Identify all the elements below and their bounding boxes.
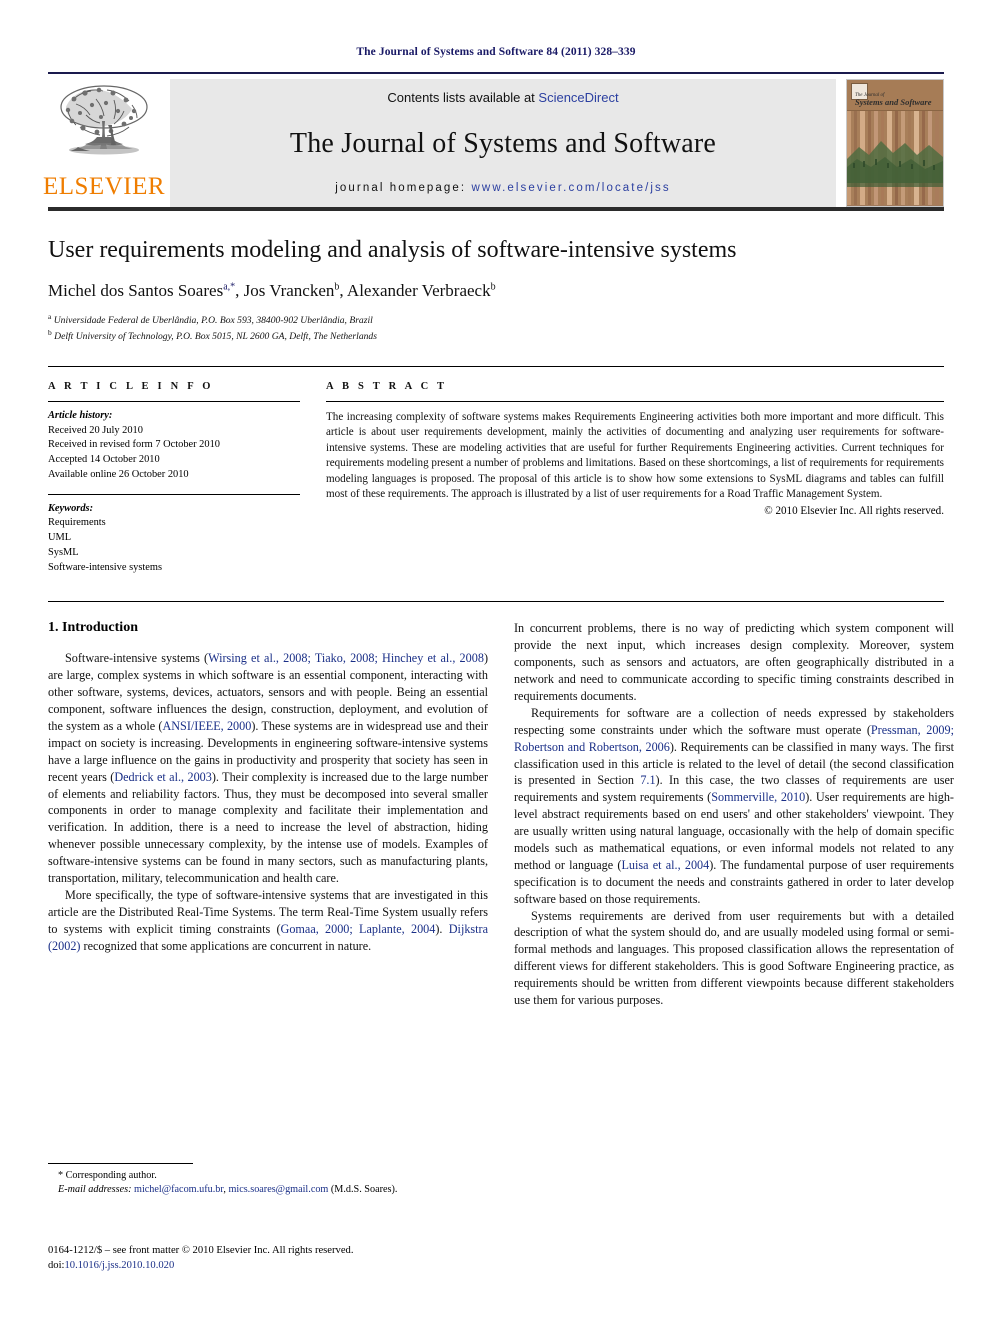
paragraph-text: ). Their complexity is increased due to … [48,769,489,886]
abstract-text: The increasing complexity of software sy… [326,410,944,501]
author-2: , Jos Vrancken [235,280,335,300]
issn-copyright-line: 0164-1212/$ – see front matter © 2010 El… [48,1245,354,1256]
affiliation-a-text: Universidade Federal de Uberlândia, P.O.… [53,314,373,326]
section-title-introduction: 1. Introduction [48,620,138,636]
contents-line: Contents lists available at ScienceDirec… [170,90,836,105]
elsevier-tree-icon [60,85,148,155]
citation-link[interactable]: Luisa et al., 2004 [621,858,709,872]
affiliation-a: a Universidade Federal de Uberlândia, P.… [48,312,944,328]
email-label: E-mail addresses: [58,1184,132,1196]
keyword-item: UML [48,532,72,544]
keyword-item: Software-intensive systems [48,561,162,573]
cover-title: The Journal of Systems and Software [855,93,932,107]
body-paragraph: More specifically, the type of software-… [48,887,488,955]
author-1-marks: a,* [223,280,236,292]
email-note: E-mail addresses: michel@facom.ufu.br, m… [48,1183,488,1197]
contents-prefix: Contents lists available at [387,90,539,105]
article-history-label: Article history: [48,409,113,421]
affiliation-b-text: Delft University of Technology, P.O. Box… [54,330,377,342]
affiliation-b: b Delft University of Technology, P.O. B… [48,328,944,344]
article-info-heading: A R T I C L E I N F O [48,380,214,392]
citation-link[interactable]: Sommerville, 2010 [711,790,805,804]
body-column-left: 1. Introduction Software-intensive syste… [48,620,488,1008]
author-3: , Alexander Verbraeck [339,280,491,300]
elsevier-logo: ELSEVIER [43,79,165,207]
body-paragraph: Software-intensive systems (Wirsing et a… [48,650,488,886]
abstract-copyright: © 2010 Elsevier Inc. All rights reserved… [764,504,944,517]
journal-homepage-line: journal homepage: www.elsevier.com/locat… [170,182,836,194]
masthead-divider [48,207,944,211]
author-list: Michel dos Santos Soaresa,*, Jos Vrancke… [48,281,944,301]
paragraph-text: Systems requirements are derived from us… [514,908,954,1008]
homepage-prefix: journal homepage: [335,182,472,194]
journal-banner: Contents lists available at ScienceDirec… [170,79,836,207]
imprint-block: 0164-1212/$ – see front matter © 2010 El… [48,1243,353,1274]
keyword-item: Requirements [48,517,106,529]
cover-artwork [847,111,943,205]
page-title: User requirements modeling and analysis … [48,237,737,263]
abstract-heading: A B S T R A C T [326,380,448,392]
article-history-group: Article history: Received 20 July 2010 R… [48,402,300,483]
journal-masthead: ELSEVIER Contents lists available at Sci… [43,72,944,207]
corresponding-author-note: * Corresponding author. [58,1170,157,1181]
body-region: 1. Introduction Software-intensive syste… [48,601,954,1008]
sciencedirect-link[interactable]: ScienceDirect [538,90,618,105]
keywords-group: Keywords: Requirements UML SysML Softwar… [48,493,300,576]
paragraph-text: Software-intensive systems ( [65,651,209,666]
citation-link[interactable]: Dedrick et al., 2003 [114,770,212,784]
history-item: Received 20 July 2010 [48,424,143,436]
footnote-rule [48,1163,193,1164]
paragraph-text: ). [435,921,449,936]
affiliation-b-mark: b [48,327,52,337]
email-link-2[interactable]: mics.soares@gmail.com [228,1184,328,1195]
email-suffix: (M.d.S. Soares). [328,1184,398,1196]
journal-title: The Journal of Systems and Software [289,127,717,159]
affiliation-a-mark: a [48,311,52,321]
author-1: Michel dos Santos Soares [48,280,224,300]
body-paragraph: In concurrent problems, there is no way … [514,620,954,704]
paper-page: The Journal of Systems and Software 84 (… [0,0,992,1323]
body-paragraph: Requirements for software are a collecti… [514,705,954,908]
citation-link[interactable]: ANSI/IEEE, 2000 [162,719,251,733]
keyword-item: SysML [48,546,79,558]
citation-link[interactable]: Gomaa, 2000; Laplante, 2004 [281,922,436,936]
body-paragraph: Systems requirements are derived from us… [514,908,954,1009]
paragraph-text: In concurrent problems, there is no way … [514,621,954,703]
citation-link[interactable]: 7.1 [640,773,655,787]
info-abstract-region: A R T I C L E I N F O Article history: R… [48,365,944,576]
doi-label: doi: [48,1260,65,1272]
author-3-marks: b [490,280,496,292]
abstract-column: A B S T R A C T The increasing complexit… [326,381,944,576]
paragraph-text: recognized that some applications are co… [80,938,372,953]
elsevier-wordmark: ELSEVIER [42,173,166,200]
title-block: User requirements modeling and analysis … [48,237,944,344]
doi-link[interactable]: 10.1016/j.jss.2010.10.020 [64,1260,174,1271]
history-item: Received in revised form 7 October 2010 [48,439,220,451]
footnote-block: * Corresponding author. E-mail addresses… [48,1163,488,1197]
email-link-1[interactable]: michel@facom.ufu.br [134,1184,223,1195]
citation-link[interactable]: Wirsing et al., 2008; Tiako, 2008; Hinch… [208,651,484,665]
running-head: The Journal of Systems and Software 84 (… [356,46,636,58]
body-column-right: In concurrent problems, there is no way … [514,620,954,1008]
article-info-column: A R T I C L E I N F O Article history: R… [48,381,300,576]
history-item: Available online 26 October 2010 [48,468,189,480]
history-item: Accepted 14 October 2010 [48,454,160,466]
keywords-label: Keywords: [48,502,94,514]
doi-line: doi:10.1016/j.jss.2010.10.020 [48,1258,353,1273]
journal-homepage-link[interactable]: www.elsevier.com/locate/jss [472,182,671,194]
cover-title-main: Systems and Software [855,97,932,108]
journal-cover-thumbnail: The Journal of Systems and Software [846,79,944,207]
